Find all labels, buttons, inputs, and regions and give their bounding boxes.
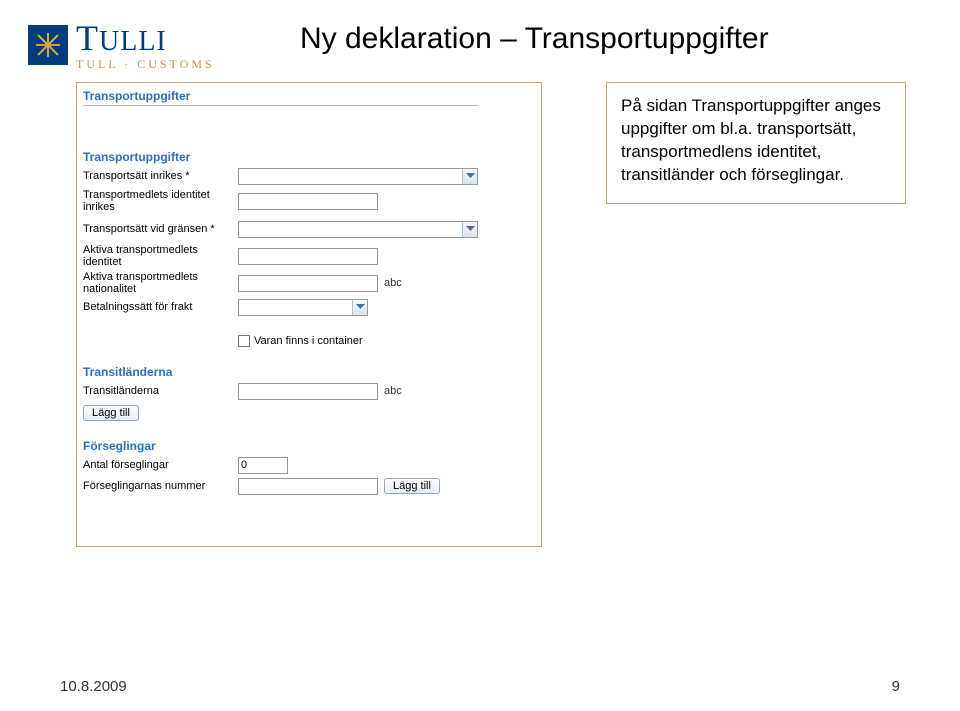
input-aktiva-identitet[interactable] (238, 248, 378, 265)
label-forseglingarnas-nummer: Förseglingarnas nummer (83, 480, 238, 492)
input-forseglingarnas-nummer[interactable] (238, 478, 378, 495)
row-transport-gransen: Transportsätt vid gränsen * (83, 216, 535, 242)
logo-text-sub: TULL · CUSTOMS (76, 58, 215, 70)
input-transportmedlets-identitet[interactable] (238, 193, 378, 210)
label-transport-inrikes: Transportsätt inrikes * (83, 170, 238, 182)
row-transitlanderna: Transitländerna abc (83, 381, 535, 401)
section-transport-sub: Transportuppgifter (83, 150, 535, 164)
footer-page: 9 (892, 678, 900, 695)
section-transport-header: Transportuppgifter (83, 89, 535, 103)
label-transport-gransen: Transportsätt vid gränsen * (83, 223, 238, 235)
select-transport-gransen[interactable] (238, 221, 478, 238)
label-transportmedlets-identitet: Transportmedlets identitet inrikes (83, 189, 238, 213)
label-aktiva-nationalitet: Aktiva transportmedlets nationalitet (83, 271, 238, 295)
row-aktiva-identitet: Aktiva transportmedlets identitet (83, 243, 535, 269)
row-transportmedlets-identitet: Transportmedlets identitet inrikes (83, 187, 535, 215)
label-betalningssatt: Betalningssätt för frakt (83, 301, 238, 313)
row-transport-inrikes: Transportsätt inrikes * (83, 166, 535, 186)
add-seal-button[interactable]: Lägg till (384, 478, 440, 494)
abc-hint: abc (384, 277, 402, 289)
input-transitlanderna[interactable] (238, 383, 378, 400)
info-box: På sidan Transportuppgifter anges uppgif… (606, 82, 906, 204)
page-title: Ny deklaration – Transportuppgifter (300, 22, 769, 56)
form-panel: Transportuppgifter Transportuppgifter Tr… (76, 82, 542, 547)
divider (83, 105, 478, 106)
label-antal-forseglingar: Antal förseglingar (83, 459, 238, 471)
section-transitlanderna: Transitländerna (83, 365, 535, 379)
logo-emblem (28, 25, 68, 65)
section-forseglingar: Förseglingar (83, 439, 535, 453)
label-container-checkbox: Varan finns i container (254, 335, 363, 347)
row-betalningssatt: Betalningssätt för frakt (83, 297, 535, 317)
add-transit-button[interactable]: Lägg till (83, 405, 139, 421)
checkbox-container[interactable] (238, 335, 250, 347)
input-antal-forseglingar[interactable] (238, 457, 288, 474)
row-forseglingarnas-nummer: Förseglingarnas nummer Lägg till (83, 476, 535, 496)
select-betalningssatt[interactable] (238, 299, 368, 316)
logo: TULLI TULL · CUSTOMS (28, 20, 215, 70)
row-aktiva-nationalitet: Aktiva transportmedlets nationalitet abc (83, 270, 535, 296)
abc-hint: abc (384, 385, 402, 397)
label-transitlanderna: Transitländerna (83, 385, 238, 397)
label-aktiva-identitet: Aktiva transportmedlets identitet (83, 244, 238, 268)
select-transport-inrikes[interactable] (238, 168, 478, 185)
row-container-checkbox: Varan finns i container (238, 335, 535, 347)
logo-text-main: TULLI (76, 20, 215, 56)
input-aktiva-nationalitet[interactable] (238, 275, 378, 292)
footer-date: 10.8.2009 (60, 678, 127, 695)
row-antal-forseglingar: Antal förseglingar (83, 455, 535, 475)
